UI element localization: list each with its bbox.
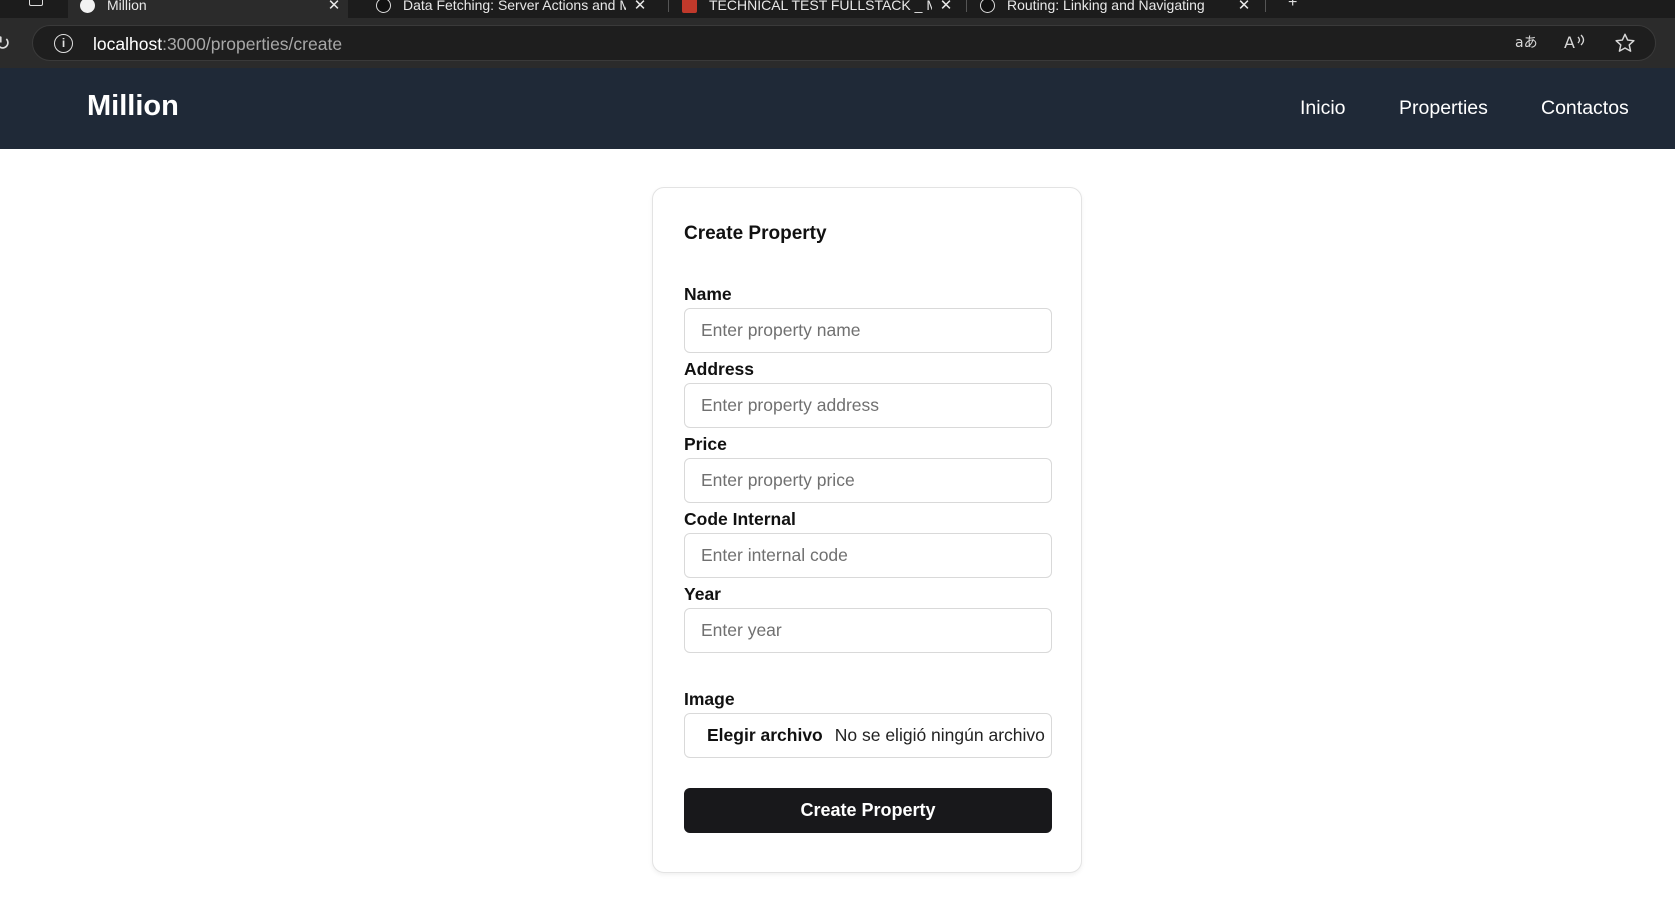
nav-link-contactos[interactable]: Contactos xyxy=(1541,97,1629,120)
nav-link-inicio[interactable]: Inicio xyxy=(1300,97,1346,120)
info-icon[interactable]: i xyxy=(54,34,73,53)
read-aloud-icon[interactable]: A xyxy=(1564,32,1586,57)
tab-divider xyxy=(668,0,669,12)
tab-favicon-icon xyxy=(376,0,391,13)
tab-title: Million xyxy=(107,0,147,13)
close-icon[interactable]: ✕ xyxy=(320,0,348,14)
svg-text:A: A xyxy=(1564,33,1575,52)
name-input[interactable] xyxy=(684,308,1052,353)
favorite-star-icon[interactable] xyxy=(1614,32,1636,59)
form-title: Create Property xyxy=(684,223,827,244)
image-file-input[interactable]: Elegir archivo No se eligió ningún archi… xyxy=(684,713,1052,758)
translate-icon[interactable]: aあ xyxy=(1515,32,1538,57)
browser-tab[interactable]: TECHNICAL TEST FULLSTACK _ MILLION ✕ xyxy=(670,0,960,18)
url-text[interactable]: localhost:3000/properties/create xyxy=(93,34,342,55)
tab-title: TECHNICAL TEST FULLSTACK _ MILLION xyxy=(709,0,932,13)
code-internal-input[interactable] xyxy=(684,533,1052,578)
url-host: localhost xyxy=(93,34,163,54)
price-label: Price xyxy=(684,434,727,454)
close-icon[interactable]: ✕ xyxy=(932,0,960,14)
create-property-card: Create Property Name Address Price Code … xyxy=(652,187,1082,873)
year-input[interactable] xyxy=(684,608,1052,653)
svg-text:aあ: aあ xyxy=(1515,35,1537,51)
browser-toolbar: ↻ i localhost:3000/properties/create aあ … xyxy=(0,18,1675,68)
close-icon[interactable]: ✕ xyxy=(626,0,654,14)
url-path: :3000/properties/create xyxy=(162,34,343,54)
address-label: Address xyxy=(684,359,755,379)
brand-logo[interactable]: Million xyxy=(87,90,179,123)
year-label: Year xyxy=(684,584,721,604)
tab-divider xyxy=(966,0,967,12)
nav-link-properties[interactable]: Properties xyxy=(1399,97,1488,120)
browser-tab-strip: Million ✕ Data Fetching: Server Actions … xyxy=(0,0,1675,18)
tab-favicon-icon xyxy=(682,0,697,13)
image-label: Image xyxy=(684,689,735,709)
workspaces-icon[interactable] xyxy=(29,0,43,6)
code-internal-label: Code Internal xyxy=(684,509,796,529)
browser-tab[interactable]: Data Fetching: Server Actions and Mutati… xyxy=(364,0,654,18)
tab-favicon-icon xyxy=(80,0,95,13)
file-status-text: No se eligió ningún archivo xyxy=(834,725,1045,745)
tab-favicon-icon xyxy=(980,0,995,13)
reload-icon[interactable]: ↻ xyxy=(0,31,11,56)
address-bar[interactable]: i localhost:3000/properties/create aあ A xyxy=(32,25,1656,61)
address-input[interactable] xyxy=(684,383,1052,428)
tab-title: Routing: Linking and Navigating xyxy=(1007,0,1205,13)
tab-divider xyxy=(1265,0,1266,12)
close-icon[interactable]: ✕ xyxy=(1230,0,1258,14)
new-tab-button[interactable]: + xyxy=(1288,0,1297,12)
browser-tab[interactable]: Million ✕ xyxy=(68,0,348,18)
browser-tab[interactable]: Routing: Linking and Navigating ✕ xyxy=(968,0,1258,18)
site-navbar: Million Inicio Properties Contactos xyxy=(0,68,1675,149)
create-property-button[interactable]: Create Property xyxy=(684,788,1052,833)
price-input[interactable] xyxy=(684,458,1052,503)
name-label: Name xyxy=(684,284,732,304)
tab-title: Data Fetching: Server Actions and Mutati… xyxy=(403,0,626,13)
choose-file-button[interactable]: Elegir archivo xyxy=(707,725,823,746)
